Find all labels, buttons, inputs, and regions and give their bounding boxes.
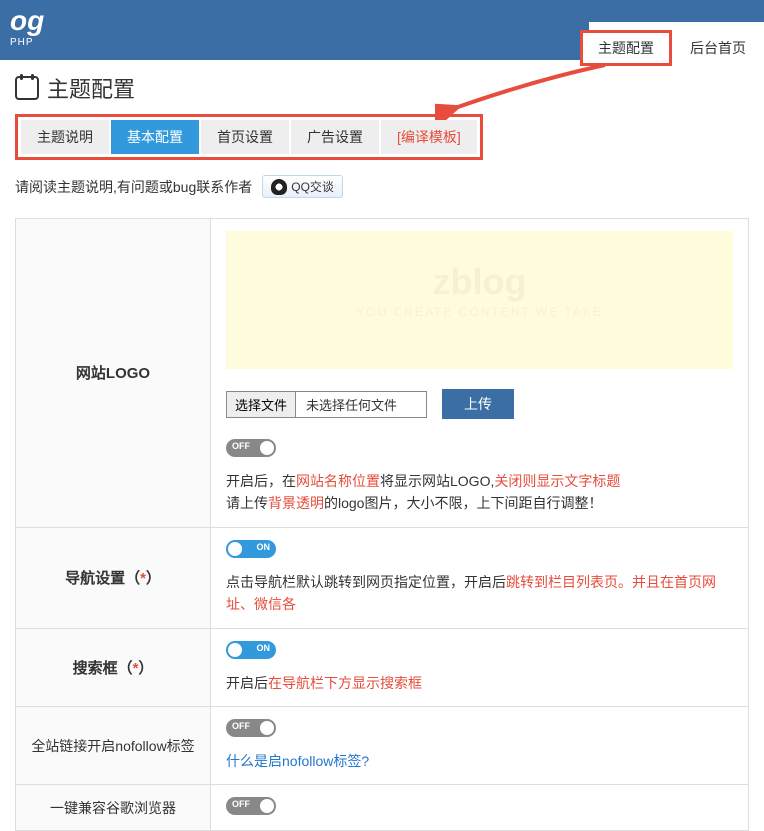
tab-theme-desc[interactable]: 主题说明	[21, 120, 109, 154]
page-title: 主题配置	[47, 72, 135, 104]
logo-toggle[interactable]: OFF	[226, 439, 276, 457]
nav-admin-home[interactable]: 后台首页	[682, 30, 754, 66]
nofollow-desc: 什么是启nofollow标签?	[226, 750, 733, 772]
nav-toggle[interactable]: ON	[226, 540, 276, 558]
logo-preview: zblog YOU CREATE CONTENT WE TAKE	[226, 231, 733, 369]
row-label-logo: 网站LOGO	[16, 219, 211, 528]
row-label-nav: 导航设置（*）	[16, 527, 211, 628]
row-label-chrome: 一键兼容谷歌浏览器	[16, 785, 211, 831]
nofollow-help-link[interactable]: 什么是启nofollow标签?	[226, 753, 369, 769]
nav-desc: 点击导航栏默认跳转到网页指定位置，开启后跳转到栏目列表页。并且在首页网址、微信各	[226, 571, 733, 616]
search-desc: 开启后在导航栏下方显示搜索框	[226, 672, 733, 694]
tab-ad-settings[interactable]: 广告设置	[291, 120, 379, 154]
tab-home-settings[interactable]: 首页设置	[201, 120, 289, 154]
row-label-search: 搜索框（*）	[16, 628, 211, 706]
file-name-label: 未选择任何文件	[296, 392, 426, 417]
note-text: 请阅读主题说明,有问题或bug联系作者	[15, 177, 252, 197]
tab-basic-config[interactable]: 基本配置	[111, 120, 199, 154]
logo-desc: 开启后，在网站名称位置将显示网站LOGO,关闭则显示文字标题 请上传背景透明的l…	[226, 470, 733, 515]
calendar-icon	[15, 76, 39, 100]
choose-file-button[interactable]: 选择文件	[227, 392, 296, 417]
row-label-nofollow: 全站链接开启nofollow标签	[16, 706, 211, 784]
tabs-bar: 主题说明 基本配置 首页设置 广告设置 [编译模板]	[15, 114, 483, 160]
qq-icon	[271, 179, 287, 195]
upload-button[interactable]: 上传	[442, 389, 514, 419]
nav-theme-config[interactable]: 主题配置	[580, 30, 672, 66]
search-toggle[interactable]: ON	[226, 641, 276, 659]
file-picker[interactable]: 选择文件 未选择任何文件	[226, 391, 427, 418]
qq-contact-button[interactable]: QQ交谈	[262, 175, 343, 198]
nofollow-toggle[interactable]: OFF	[226, 719, 276, 737]
chrome-toggle[interactable]: OFF	[226, 797, 276, 815]
tab-compile-template[interactable]: [编译模板]	[381, 120, 477, 154]
